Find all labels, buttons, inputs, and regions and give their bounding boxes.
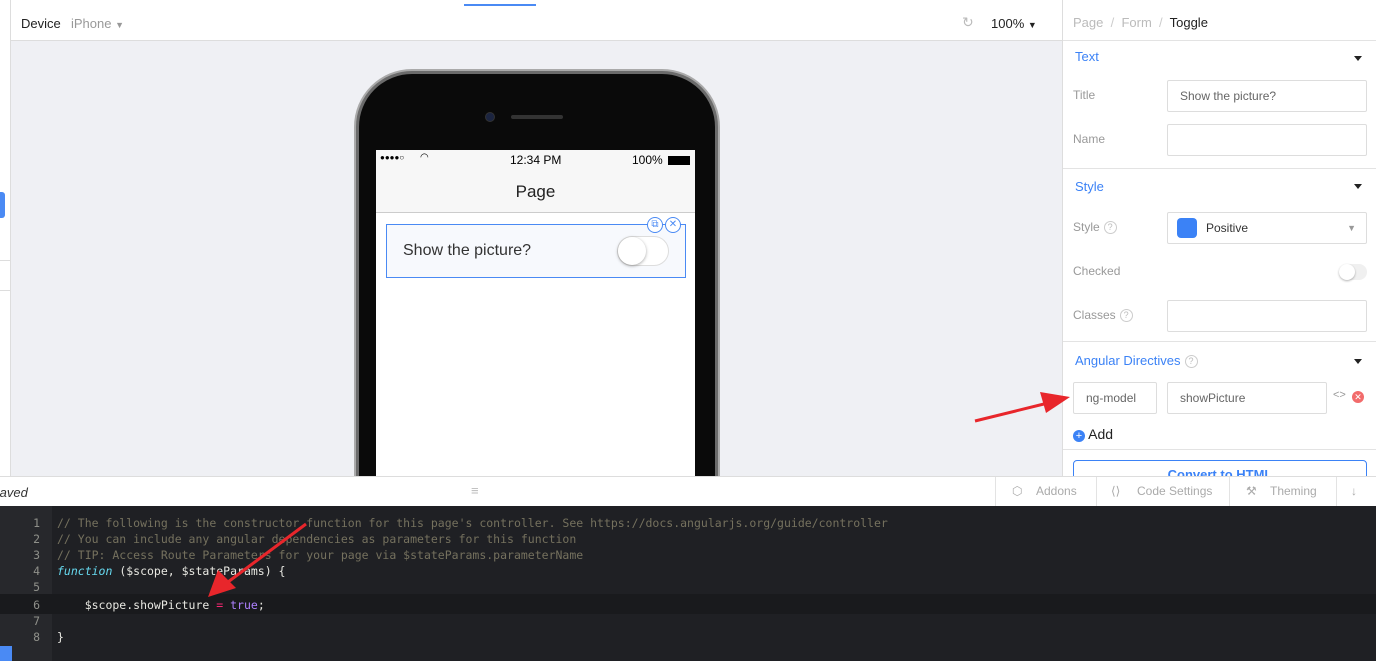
arrow-to-code [208, 522, 307, 597]
annotation-arrows [208, 392, 1070, 597]
arrow-to-directive [974, 392, 1070, 423]
